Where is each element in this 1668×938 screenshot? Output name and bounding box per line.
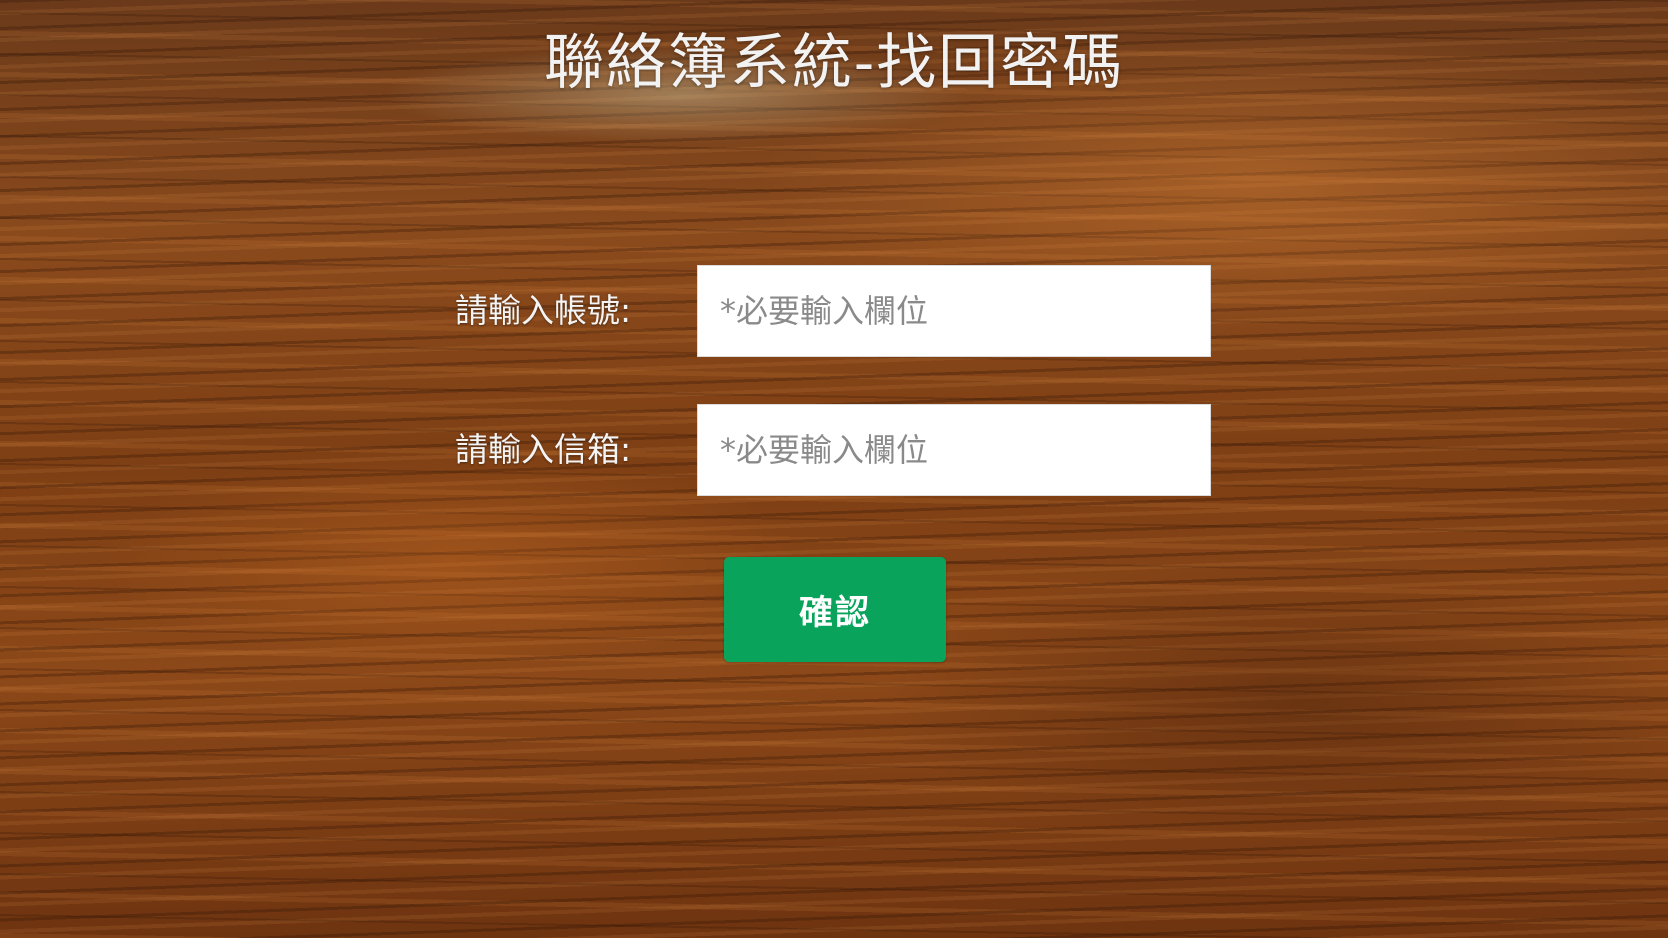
confirm-button[interactable]: 確認 [724, 557, 946, 662]
email-row: 請輸入信箱: [0, 404, 1668, 496]
email-label: 請輸入信箱: [455, 430, 632, 469]
email-input[interactable] [697, 404, 1211, 496]
account-row: 請輸入帳號: [0, 265, 1668, 357]
account-input[interactable] [697, 265, 1211, 357]
page-title: 聯絡簿系統-找回密碼 [543, 28, 1125, 98]
account-label: 請輸入帳號: [455, 291, 632, 330]
